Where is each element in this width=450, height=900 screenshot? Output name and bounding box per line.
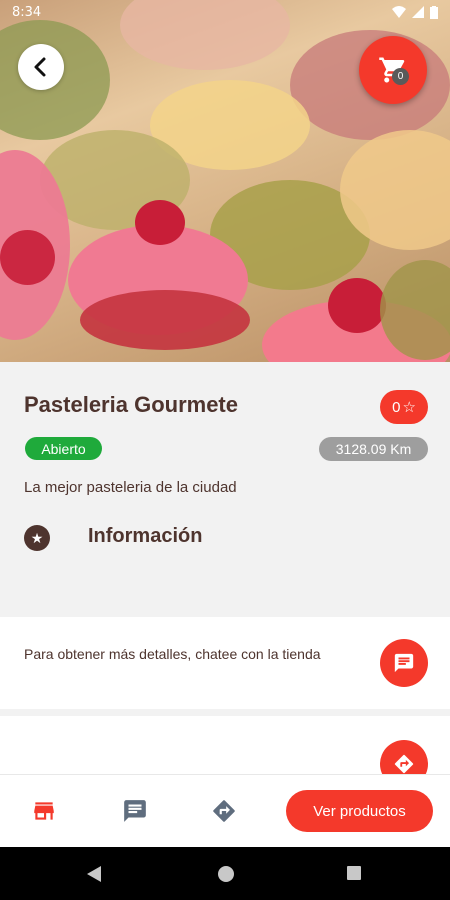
signal-icon (412, 6, 424, 18)
star-outline-icon: ☆ (402, 399, 416, 416)
back-button[interactable] (18, 44, 64, 90)
open-status-badge: Abierto (25, 437, 102, 460)
cart-button[interactable]: 0 (359, 36, 427, 104)
back-triangle-icon[interactable] (86, 865, 102, 883)
info-heading[interactable]: Información (88, 525, 202, 548)
chat-icon (394, 653, 414, 673)
star-circle-icon: ★ (24, 525, 50, 551)
directions-button[interactable] (380, 740, 428, 776)
store-name: Pasteleria Gourmete (24, 392, 238, 417)
store-icon[interactable] (30, 797, 58, 825)
chat-button[interactable] (380, 639, 428, 687)
bottom-navigation: Ver productos (0, 774, 450, 847)
directions-nav-icon[interactable] (210, 797, 238, 825)
recents-square-icon[interactable] (346, 865, 362, 881)
chat-prompt-text: Para obtener más detalles, chatee con la… (24, 646, 321, 662)
system-navigation-bar (0, 847, 450, 900)
rating-button[interactable]: 0 ☆ (380, 390, 428, 424)
home-circle-icon[interactable] (217, 865, 235, 883)
status-time: 8:34 (12, 4, 42, 20)
chat-card: Para obtener más detalles, chatee con la… (0, 617, 450, 709)
wifi-icon (392, 6, 406, 18)
chat-nav-icon[interactable] (121, 797, 149, 825)
view-products-button[interactable]: Ver productos (286, 790, 433, 832)
cart-count-badge: 0 (392, 68, 409, 85)
arrow-back-icon (34, 57, 46, 77)
directions-card (0, 716, 450, 776)
store-details: Pasteleria Gourmete 0 ☆ Abierto 3128.09 … (0, 362, 450, 616)
directions-icon (394, 754, 414, 774)
store-description: La mejor pasteleria de la ciudad (24, 479, 237, 496)
battery-icon (430, 5, 438, 19)
status-bar: 8:34 (0, 0, 450, 24)
distance-badge: 3128.09 Km (319, 437, 428, 461)
rating-value: 0 (392, 398, 401, 416)
